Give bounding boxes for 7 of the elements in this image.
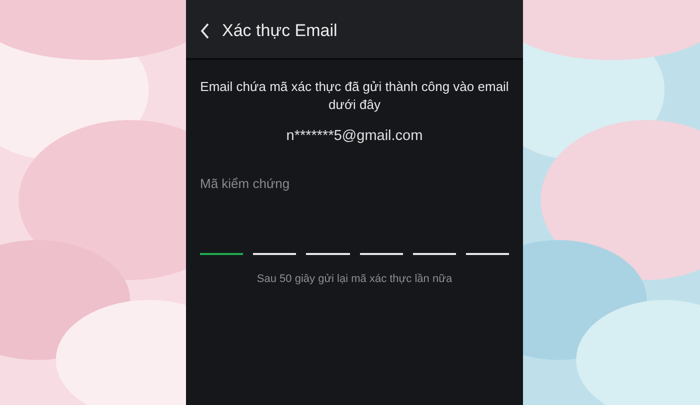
code-label: Mã kiểm chứng [200, 176, 291, 191]
back-icon [200, 23, 210, 39]
info-message: Email chứa mã xác thực đã gửi thành công vào email dưới đây [200, 78, 509, 114]
screen-title: Xác thực Email [222, 21, 338, 41]
resend-note: Sau 50 giây gửi lại mã xác thực lần nữa [256, 273, 452, 285]
email-address: n*******5@gmail.com [286, 128, 423, 144]
back-button[interactable] [200, 23, 210, 39]
